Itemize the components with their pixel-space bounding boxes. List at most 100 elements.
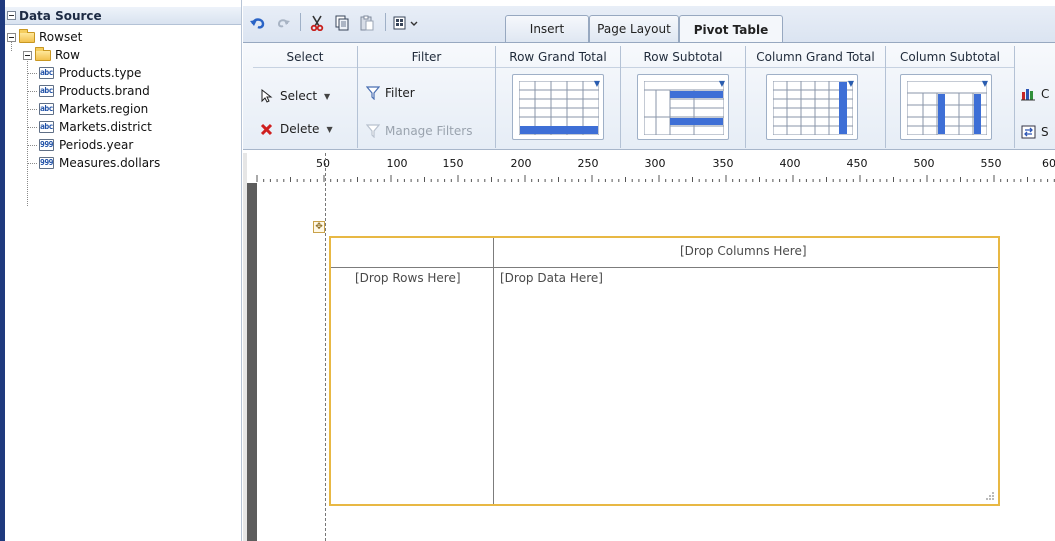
ruler-label: 60 xyxy=(1042,157,1055,170)
column-subtotal-group: Column Subtotal ▼ xyxy=(886,46,1015,148)
field-label: Markets.region xyxy=(59,102,149,116)
ruler-label: 450 xyxy=(846,157,868,170)
tree-node-label: Row xyxy=(55,48,80,62)
number-field-icon: 999 xyxy=(39,157,54,169)
tree-node-label: Rowset xyxy=(39,30,83,44)
ruler-label: 200 xyxy=(510,157,532,170)
row-grand-total-button[interactable]: ▼ xyxy=(512,74,604,140)
chevron-down-icon: ▼ xyxy=(847,79,854,88)
chevron-down-icon: ▼ xyxy=(981,79,988,88)
delete-x-icon xyxy=(260,123,273,136)
ruler-label: 150 xyxy=(442,157,464,170)
group-title: Column Subtotal xyxy=(886,46,1014,68)
move-handle-icon[interactable]: ✥ xyxy=(313,221,325,233)
ruler-label: 250 xyxy=(577,157,599,170)
text-field-icon: abc xyxy=(39,67,54,79)
row-grand-total-group: Row Grand Total ▼ xyxy=(496,46,621,148)
group-title: Column Grand Total xyxy=(746,46,885,68)
switch-button[interactable]: S xyxy=(1021,125,1049,139)
drop-columns-zone[interactable]: [Drop Columns Here] xyxy=(680,244,807,258)
switch-label: S xyxy=(1041,125,1049,139)
column-subtotal-button[interactable]: ▼ xyxy=(900,74,992,140)
column-grand-total-button[interactable]: ▼ xyxy=(766,74,858,140)
pivot-table[interactable]: [Drop Columns Here] [Drop Rows Here] [Dr… xyxy=(329,236,1000,506)
row-grand-total-icon xyxy=(519,81,599,135)
data-source-title: Data Source xyxy=(19,8,102,23)
collapse-icon[interactable] xyxy=(7,11,16,20)
column-grand-total-group: Column Grand Total ▼ xyxy=(746,46,886,148)
collapse-node-icon[interactable] xyxy=(7,32,16,42)
tab-insert[interactable]: Insert xyxy=(505,15,589,42)
number-field-icon: 999 xyxy=(39,139,54,151)
field-label: Products.type xyxy=(59,66,142,80)
chevron-down-icon: ▼ xyxy=(326,124,333,134)
canvas-left-bar xyxy=(247,183,257,541)
field-label: Measures.dollars xyxy=(59,156,161,170)
manage-filters-button[interactable]: Manage Filters xyxy=(366,124,472,138)
cut-icon[interactable] xyxy=(306,12,328,34)
collapse-node-icon[interactable] xyxy=(23,50,32,60)
ruler-label: 400 xyxy=(779,157,801,170)
resize-grip-icon[interactable] xyxy=(985,491,995,501)
row-subtotal-button[interactable]: ▼ xyxy=(637,74,729,140)
folder-icon xyxy=(35,46,51,61)
field-measures-dollars[interactable]: 999 Measures.dollars xyxy=(28,154,160,172)
tab-pivot-table[interactable]: Pivot Table xyxy=(679,15,783,43)
field-markets-region[interactable]: abc Markets.region xyxy=(28,100,148,118)
chart-button[interactable]: C xyxy=(1021,87,1049,101)
row-subtotal-group: Row Subtotal ▼ xyxy=(621,46,746,148)
column-grand-total-icon xyxy=(773,81,853,135)
chevron-down-icon: ▼ xyxy=(593,79,600,88)
data-source-header[interactable]: Data Source xyxy=(5,7,241,25)
field-label: Markets.district xyxy=(59,120,152,134)
group-title: Row Subtotal xyxy=(621,46,745,68)
group-title: Row Grand Total xyxy=(496,46,620,68)
layout-dropdown-icon[interactable] xyxy=(390,12,424,34)
select-button[interactable]: Select ▼ xyxy=(260,89,330,103)
field-products-type[interactable]: abc Products.type xyxy=(28,64,141,82)
group-title: Filter xyxy=(358,46,495,68)
pointer-icon xyxy=(261,89,273,103)
tab-page-layout[interactable]: Page Layout xyxy=(589,15,679,42)
filter-button[interactable]: Filter xyxy=(366,86,415,100)
field-label: Periods.year xyxy=(59,138,134,152)
redo-icon[interactable] xyxy=(273,12,293,34)
select-group: Select Select ▼ Delete ▼ xyxy=(253,46,358,148)
horizontal-ruler: 50 100 150 200 250 300 350 400 450 500 5… xyxy=(243,153,1055,183)
row-subtotal-icon xyxy=(644,81,724,135)
filter-group: Filter Filter Manage Filters xyxy=(358,46,496,148)
tree-node-rowset[interactable]: Rowset xyxy=(7,28,82,46)
group-title: Select xyxy=(253,46,357,68)
chart-label: C xyxy=(1041,87,1050,101)
text-field-icon: abc xyxy=(39,85,54,97)
delete-button[interactable]: Delete ▼ xyxy=(260,122,333,136)
field-label: Products.brand xyxy=(59,84,150,98)
text-field-icon: abc xyxy=(39,103,54,115)
funnel-icon xyxy=(366,124,380,138)
field-periods-year[interactable]: 999 Periods.year xyxy=(28,136,133,154)
chevron-down-icon: ▼ xyxy=(324,91,331,101)
field-products-brand[interactable]: abc Products.brand xyxy=(28,82,150,100)
manage-filters-label: Manage Filters xyxy=(385,124,473,138)
panel-accent-bar xyxy=(0,0,5,541)
folder-icon xyxy=(19,28,35,43)
field-markets-district[interactable]: abc Markets.district xyxy=(28,118,152,136)
pivot-header-divider xyxy=(331,267,998,268)
switch-icon xyxy=(1021,125,1036,139)
ruler-label: 550 xyxy=(980,157,1002,170)
delete-label: Delete xyxy=(280,122,320,136)
ruler-label: 350 xyxy=(712,157,734,170)
text-field-icon: abc xyxy=(39,121,54,133)
paste-icon[interactable] xyxy=(356,12,378,34)
ruler-label: 100 xyxy=(386,157,408,170)
undo-icon[interactable] xyxy=(247,12,269,34)
drop-data-zone[interactable]: [Drop Data Here] xyxy=(500,271,603,285)
drop-rows-zone[interactable]: [Drop Rows Here] xyxy=(355,271,461,285)
chevron-down-icon: ▼ xyxy=(718,79,725,88)
ruler-label: 500 xyxy=(913,157,935,170)
tree-node-row[interactable]: Row xyxy=(23,46,80,64)
vertical-guide-line xyxy=(325,153,326,541)
filter-label: Filter xyxy=(385,86,415,100)
column-subtotal-icon xyxy=(907,81,987,135)
copy-icon[interactable] xyxy=(331,12,353,34)
